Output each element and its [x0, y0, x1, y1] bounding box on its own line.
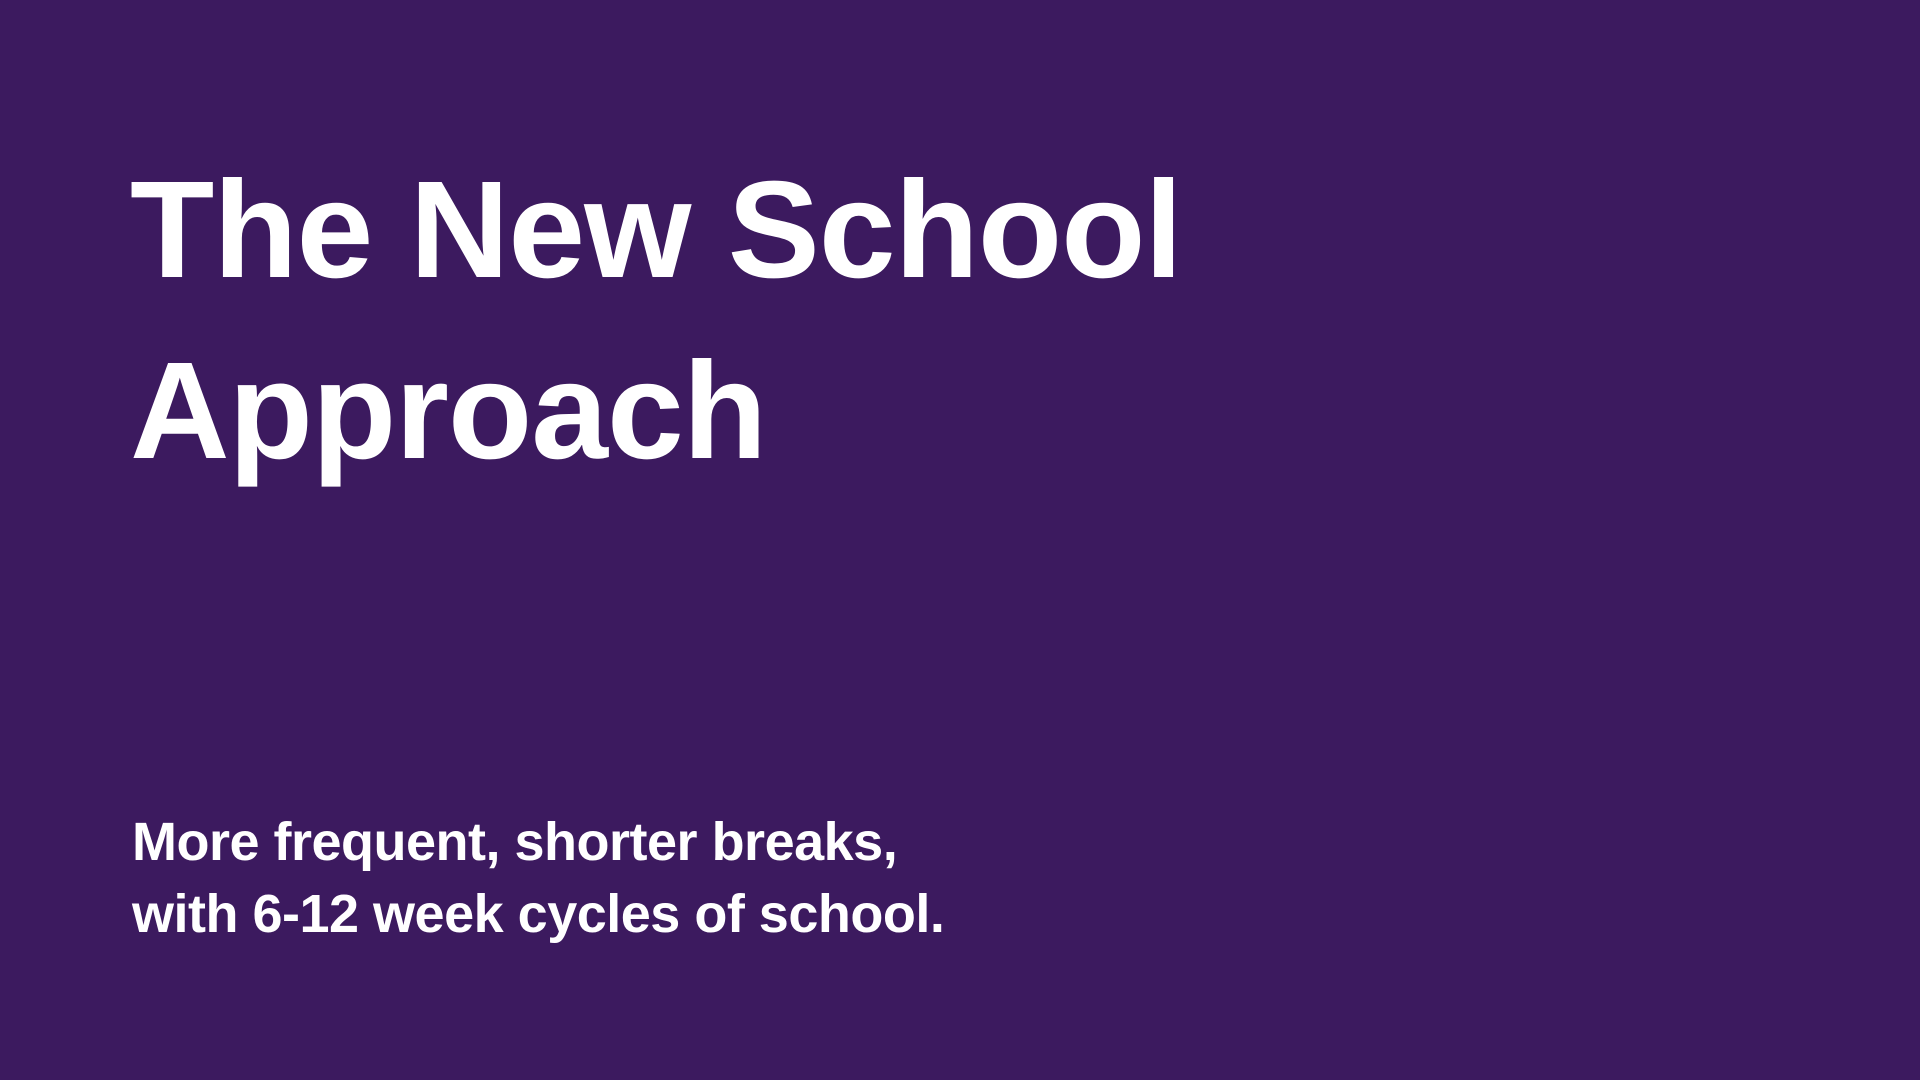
slide-subtitle: More frequent, shorter breaks, with 6-12… [132, 806, 945, 950]
slide-title-line: The New School [130, 153, 1183, 307]
slide-subtitle-line: with 6-12 week cycles of school. [132, 884, 945, 944]
slide-subtitle-line: More frequent, shorter breaks, [132, 812, 898, 872]
slide-title-line: Approach [130, 334, 767, 488]
slide-title: The New School Approach [130, 140, 1183, 502]
